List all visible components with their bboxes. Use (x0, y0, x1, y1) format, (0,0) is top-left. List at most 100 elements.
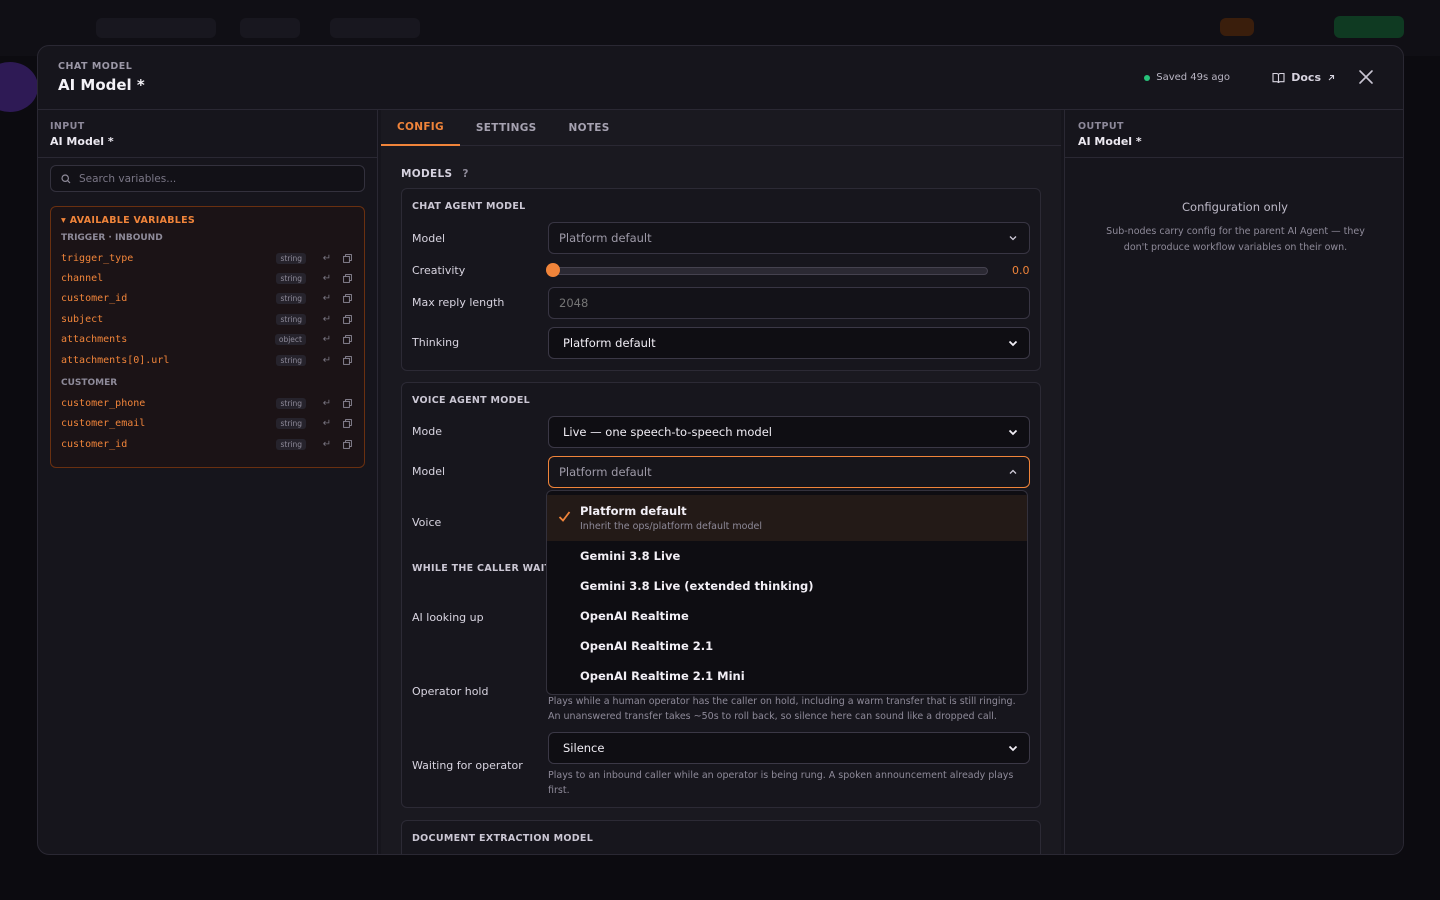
variable-type-badge: string (276, 273, 306, 285)
external-link-icon (1328, 74, 1335, 80)
input-eyebrow: INPUT (50, 121, 85, 132)
thinking-select[interactable]: Platform default (548, 327, 1030, 359)
dropdown-option-platform-default[interactable]: Platform default Inherit the ops/platfor… (547, 495, 1027, 541)
node-config-modal: CHAT MODEL AI Model * Saved 49s ago Docs… (37, 45, 1404, 855)
variable-name[interactable]: channel (61, 273, 276, 284)
max-reply-label: Max reply length (412, 296, 505, 309)
close-icon[interactable] (1357, 68, 1375, 86)
insert-icon[interactable]: ↵ (320, 437, 334, 451)
dropdown-option-openai-realtime-2-1-mini[interactable]: OpenAI Realtime 2.1 Mini (547, 661, 1027, 691)
voice-model-select[interactable]: Platform default (548, 456, 1030, 488)
copy-icon[interactable] (340, 397, 354, 411)
variable-name[interactable]: attachments[0].url (61, 355, 276, 366)
help-icon[interactable]: ? (462, 168, 468, 180)
copy-icon[interactable] (340, 353, 354, 367)
copy-icon[interactable] (340, 272, 354, 286)
insert-icon[interactable]: ↵ (320, 353, 334, 367)
dropdown-option-gemini-live[interactable]: Gemini 3.8 Live (547, 541, 1027, 571)
variable-name[interactable]: customer_email (61, 418, 276, 429)
chevron-down-icon (1008, 429, 1018, 436)
waiting-label: Waiting for operator (412, 759, 523, 772)
config-only-title: Configuration only (1182, 200, 1288, 214)
variable-search[interactable] (50, 165, 365, 192)
waits-title: WHILE THE CALLER WAITS (412, 563, 559, 574)
chevron-down-icon (1009, 236, 1017, 241)
tab-config[interactable]: CONFIG (381, 110, 460, 146)
variable-name[interactable]: subject (61, 314, 276, 325)
dropdown-option-gemini-live-thinking[interactable]: Gemini 3.8 Live (extended thinking) (547, 571, 1027, 601)
variable-type-badge: string (276, 293, 306, 305)
input-panel: INPUT AI Model * ▾ AVAILABLE VARIABLES T… (38, 110, 378, 854)
copy-icon[interactable] (340, 417, 354, 431)
option-label: OpenAI Realtime 2.1 (580, 639, 714, 653)
variable-type-badge: string (276, 398, 306, 410)
voice-model-label: Model (412, 465, 446, 478)
variable-group-label: CUSTOMER (61, 378, 118, 389)
max-reply-field[interactable] (548, 287, 1030, 319)
option-label: Platform default (580, 504, 687, 518)
creativity-value: 0.0 (1012, 264, 1030, 277)
book-icon (1272, 72, 1285, 83)
dropdown-option-openai-realtime-2-1[interactable]: OpenAI Realtime 2.1 (547, 631, 1027, 661)
models-section-label: MODELS ? (401, 168, 469, 180)
insert-icon[interactable]: ↵ (320, 312, 334, 326)
models-label: MODELS (401, 168, 453, 180)
variable-row: customer_email string ↵ (61, 414, 354, 434)
variable-name[interactable]: trigger_type (61, 253, 276, 264)
insert-icon[interactable]: ↵ (320, 251, 334, 265)
variable-name[interactable]: attachments (61, 334, 275, 345)
variable-name[interactable]: customer_id (61, 439, 276, 450)
mode-select[interactable]: Live — one speech-to-speech model (548, 416, 1030, 448)
dropdown-option-openai-realtime[interactable]: OpenAI Realtime (547, 601, 1027, 631)
copy-icon[interactable] (340, 437, 354, 451)
modal-eyebrow: CHAT MODEL (58, 61, 133, 72)
operator-hold-label: Operator hold (412, 685, 489, 698)
copy-icon[interactable] (340, 251, 354, 265)
chat-model-select[interactable]: Platform default (548, 222, 1030, 254)
variable-name[interactable]: customer_id (61, 293, 276, 304)
copy-icon[interactable] (340, 292, 354, 306)
variable-groups: TRIGGER · INBOUND trigger_type string ↵ chan… (61, 233, 354, 455)
option-label: Gemini 3.8 Live (580, 549, 681, 563)
chevron-up-icon (1009, 469, 1017, 474)
config-panel: CONFIG SETTINGS NOTES MODELS ? CHAT AGEN… (381, 110, 1061, 854)
chevron-down-icon (1008, 745, 1018, 752)
insert-icon[interactable]: ↵ (320, 397, 334, 411)
variable-type-badge: string (276, 438, 306, 450)
docs-label: Docs (1291, 71, 1321, 84)
divider (38, 157, 377, 158)
insert-icon[interactable]: ↵ (320, 292, 334, 306)
insert-icon[interactable]: ↵ (320, 417, 334, 431)
insert-icon[interactable]: ↵ (320, 272, 334, 286)
copy-icon[interactable] (340, 333, 354, 347)
check-icon (558, 511, 571, 522)
tab-notes[interactable]: NOTES (553, 110, 626, 146)
output-panel: OUTPUT AI Model * Configuration only Sub… (1064, 110, 1403, 854)
variable-type-badge: string (276, 313, 306, 325)
looking-up-label: AI looking up (412, 611, 484, 624)
variables-toggle[interactable]: ▾ AVAILABLE VARIABLES (61, 215, 354, 226)
copy-icon[interactable] (340, 312, 354, 326)
slider-handle[interactable] (546, 263, 560, 277)
insert-icon[interactable]: ↵ (320, 333, 334, 347)
background-app-badge (1220, 18, 1254, 36)
chevron-down-icon (1008, 340, 1018, 347)
max-reply-input[interactable] (549, 288, 1029, 318)
variables-list: ▾ AVAILABLE VARIABLES TRIGGER · INBOUND t… (50, 206, 365, 468)
variable-name[interactable]: customer_phone (61, 398, 276, 409)
background-app-button (1334, 16, 1404, 38)
output-title: AI Model * (1078, 135, 1142, 148)
status-dot-icon (1144, 74, 1151, 81)
docs-link[interactable]: Docs (1272, 71, 1335, 84)
voice-agent-title: VOICE AGENT MODEL (412, 395, 531, 406)
search-input[interactable] (79, 172, 349, 185)
option-label: OpenAI Realtime (580, 609, 689, 623)
save-status: Saved 49s ago (1144, 72, 1230, 83)
tab-settings[interactable]: SETTINGS (460, 110, 553, 146)
waiting-select[interactable]: Silence (548, 732, 1030, 764)
creativity-slider[interactable] (546, 263, 988, 277)
variable-row: customer_id string ↵ (61, 434, 354, 454)
doc-extraction-title: DOCUMENT EXTRACTION MODEL (412, 833, 594, 844)
option-label: Gemini 3.8 Live (extended thinking) (580, 579, 814, 593)
background-app-avatar (0, 62, 38, 112)
